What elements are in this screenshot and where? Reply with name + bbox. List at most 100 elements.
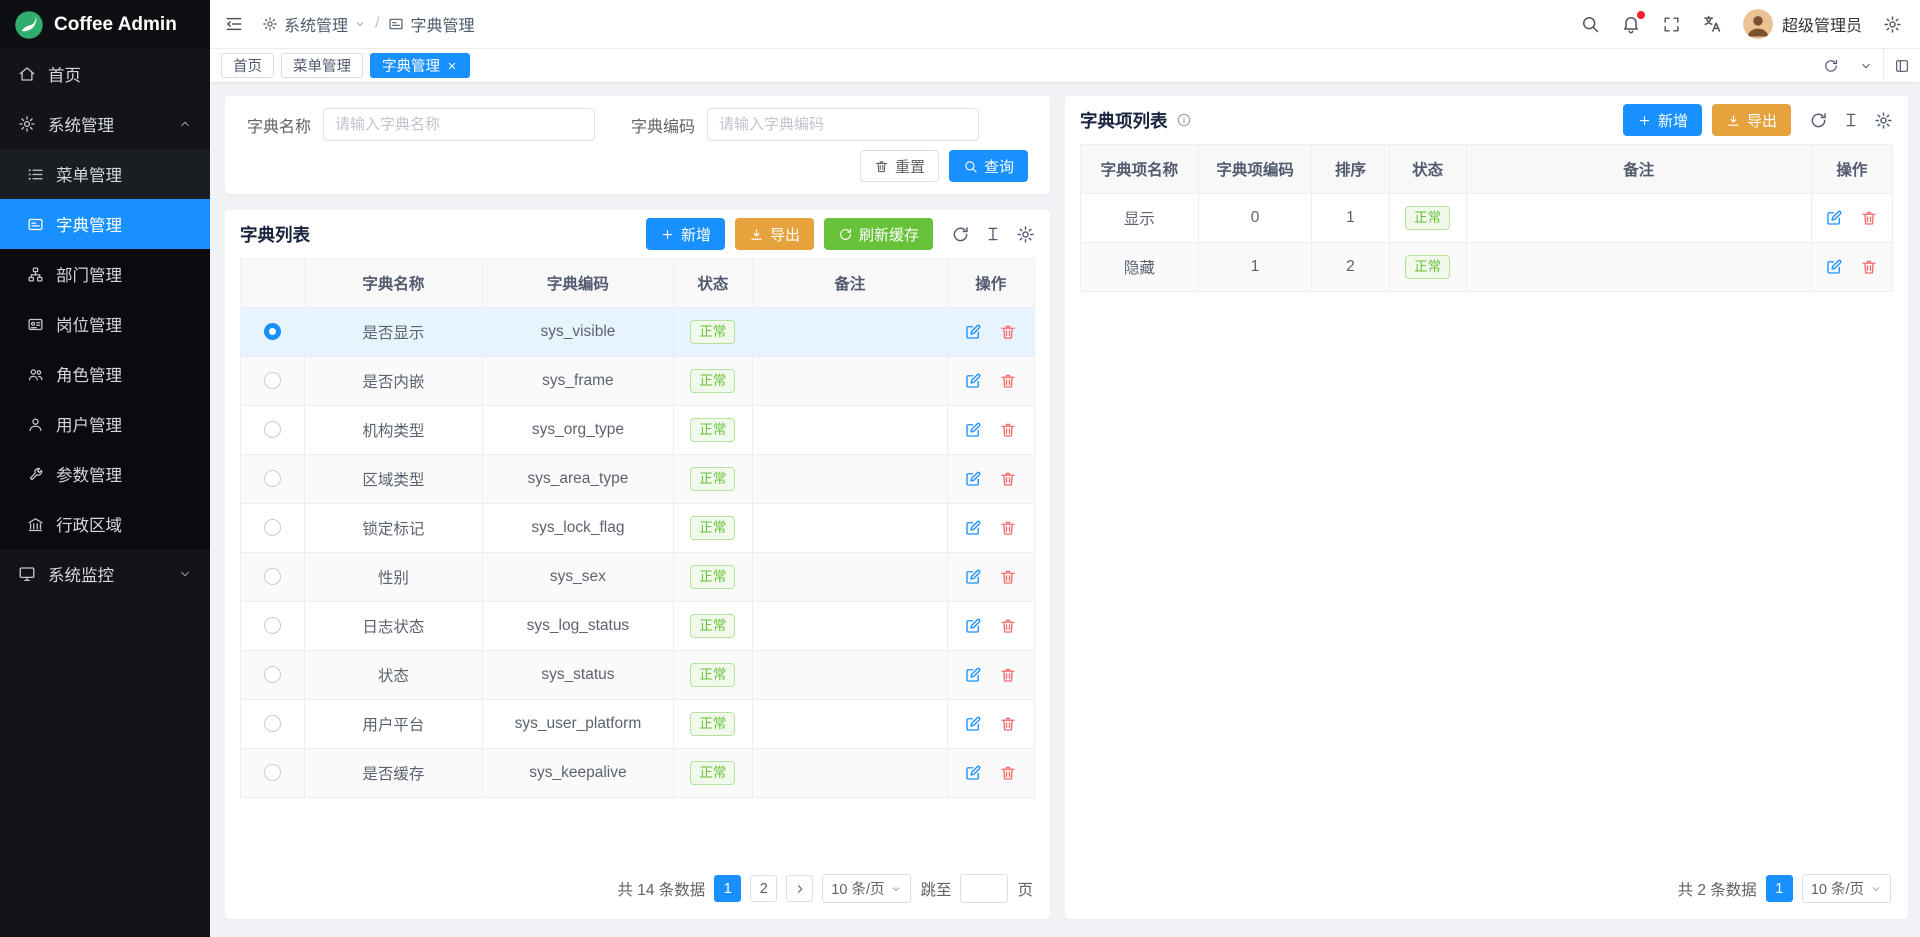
settings-gear-icon[interactable] [1883,15,1902,34]
page-button-2[interactable]: 2 [750,875,777,902]
row-radio[interactable] [264,323,281,340]
edit-icon[interactable] [1825,209,1843,227]
edit-icon[interactable] [964,617,982,635]
sidebar-item-menu[interactable]: 菜单管理 [0,149,210,199]
table-row[interactable]: 是否内嵌sys_frame正常 [241,357,1035,406]
notifications-bell-icon[interactable] [1621,14,1641,34]
refresh-table-icon[interactable] [951,225,970,244]
app-title: Coffee Admin [54,14,177,36]
sidebar-group-system[interactable]: 系统管理 [0,99,210,149]
collapse-sidebar-icon[interactable] [224,14,244,34]
row-radio[interactable] [264,568,281,585]
edit-icon[interactable] [964,715,982,733]
next-page-button[interactable] [786,875,813,902]
app-logo[interactable]: Coffee Admin [0,0,210,49]
delete-icon[interactable] [1860,209,1878,227]
edit-icon[interactable] [964,764,982,782]
sidebar-item-role[interactable]: 角色管理 [0,349,210,399]
breadcrumb-item-dict[interactable]: 字典管理 [388,12,474,36]
row-radio[interactable] [264,764,281,781]
page-button-1[interactable]: 1 [714,875,741,902]
jump-page-input[interactable] [960,874,1008,903]
translate-icon[interactable] [1702,14,1722,34]
table-row[interactable]: 区域类型sys_area_type正常 [241,455,1035,504]
sidebar-group-monitor[interactable]: 系统监控 [0,549,210,599]
edit-icon[interactable] [964,323,982,341]
tab-2[interactable]: 字典管理 [370,53,470,78]
delete-icon[interactable] [1860,258,1878,276]
export-button-label: 导出 [770,224,800,245]
delete-icon[interactable] [999,666,1017,684]
table-row[interactable]: 是否显示sys_visible正常 [241,308,1035,357]
add-dict-item-button[interactable]: 新增 [1623,104,1702,136]
add-dict-button[interactable]: 新增 [646,218,725,250]
row-radio[interactable] [264,372,281,389]
edit-icon[interactable] [964,568,982,586]
delete-icon[interactable] [999,519,1017,537]
close-icon[interactable] [446,60,458,72]
edit-icon[interactable] [964,666,982,684]
table-row[interactable]: 锁定标记sys_lock_flag正常 [241,504,1035,553]
column-settings-icon[interactable] [984,225,1002,243]
edit-icon[interactable] [964,519,982,537]
sidebar-item-user[interactable]: 用户管理 [0,399,210,449]
layout-toggle-icon[interactable] [1883,49,1920,82]
delete-icon[interactable] [999,323,1017,341]
tab-0[interactable]: 首页 [221,53,274,78]
query-button[interactable]: 查询 [949,150,1028,182]
edit-icon[interactable] [1825,258,1843,276]
edit-icon[interactable] [964,470,982,488]
tab-actions-dropdown-icon[interactable] [1849,49,1883,82]
table-row[interactable]: 是否缓存sys_keepalive正常 [241,749,1035,798]
table-settings-gear-icon[interactable] [1874,111,1893,130]
page-size-select[interactable]: 10 条/页 [1802,874,1891,903]
table-row[interactable]: 用户平台sys_user_platform正常 [241,700,1035,749]
table-settings-gear-icon[interactable] [1016,225,1035,244]
table-row[interactable]: 机构类型sys_org_type正常 [241,406,1035,455]
row-radio[interactable] [264,421,281,438]
table-row[interactable]: 性别sys_sex正常 [241,553,1035,602]
export-dict-button[interactable]: 导出 [735,218,814,250]
delete-icon[interactable] [999,421,1017,439]
row-radio[interactable] [264,715,281,732]
delete-icon[interactable] [999,617,1017,635]
table-row[interactable]: 显示01正常 [1081,194,1893,243]
export-button-label: 导出 [1747,110,1777,131]
delete-icon[interactable] [999,372,1017,390]
page-size-select[interactable]: 10 条/页 [822,874,911,903]
edit-icon[interactable] [964,421,982,439]
sidebar-item-home[interactable]: 首页 [0,49,210,99]
table-row[interactable]: 日志状态sys_log_status正常 [241,602,1035,651]
row-radio[interactable] [264,617,281,634]
refresh-cache-button[interactable]: 刷新缓存 [824,218,933,250]
dict-code-input[interactable] [707,108,979,141]
delete-icon[interactable] [999,568,1017,586]
delete-icon[interactable] [999,764,1017,782]
row-radio[interactable] [264,666,281,683]
refresh-table-icon[interactable] [1809,111,1828,130]
row-radio[interactable] [264,519,281,536]
edit-icon[interactable] [964,372,982,390]
refresh-page-icon[interactable] [1813,49,1849,82]
dict-list-title: 字典列表 [240,222,310,247]
sidebar-item-dept[interactable]: 部门管理 [0,249,210,299]
row-radio[interactable] [264,470,281,487]
sidebar-item-dict[interactable]: 字典管理 [0,199,210,249]
sidebar-item-region[interactable]: 行政区域 [0,499,210,549]
delete-icon[interactable] [999,470,1017,488]
user-menu[interactable]: 超级管理员 [1743,9,1862,39]
search-icon[interactable] [1580,14,1600,34]
sidebar-item-param[interactable]: 参数管理 [0,449,210,499]
delete-icon[interactable] [999,715,1017,733]
dict-name-input[interactable] [323,108,595,141]
page-button-1[interactable]: 1 [1766,875,1793,902]
tab-1[interactable]: 菜单管理 [281,53,363,78]
breadcrumb-item-system[interactable]: 系统管理 [262,12,366,36]
table-row[interactable]: 状态sys_status正常 [241,651,1035,700]
column-settings-icon[interactable] [1842,111,1860,129]
reset-button[interactable]: 重置 [860,150,939,182]
table-row[interactable]: 隐藏12正常 [1081,243,1893,292]
sidebar-item-post[interactable]: 岗位管理 [0,299,210,349]
fullscreen-icon[interactable] [1662,15,1681,34]
export-dict-item-button[interactable]: 导出 [1712,104,1791,136]
